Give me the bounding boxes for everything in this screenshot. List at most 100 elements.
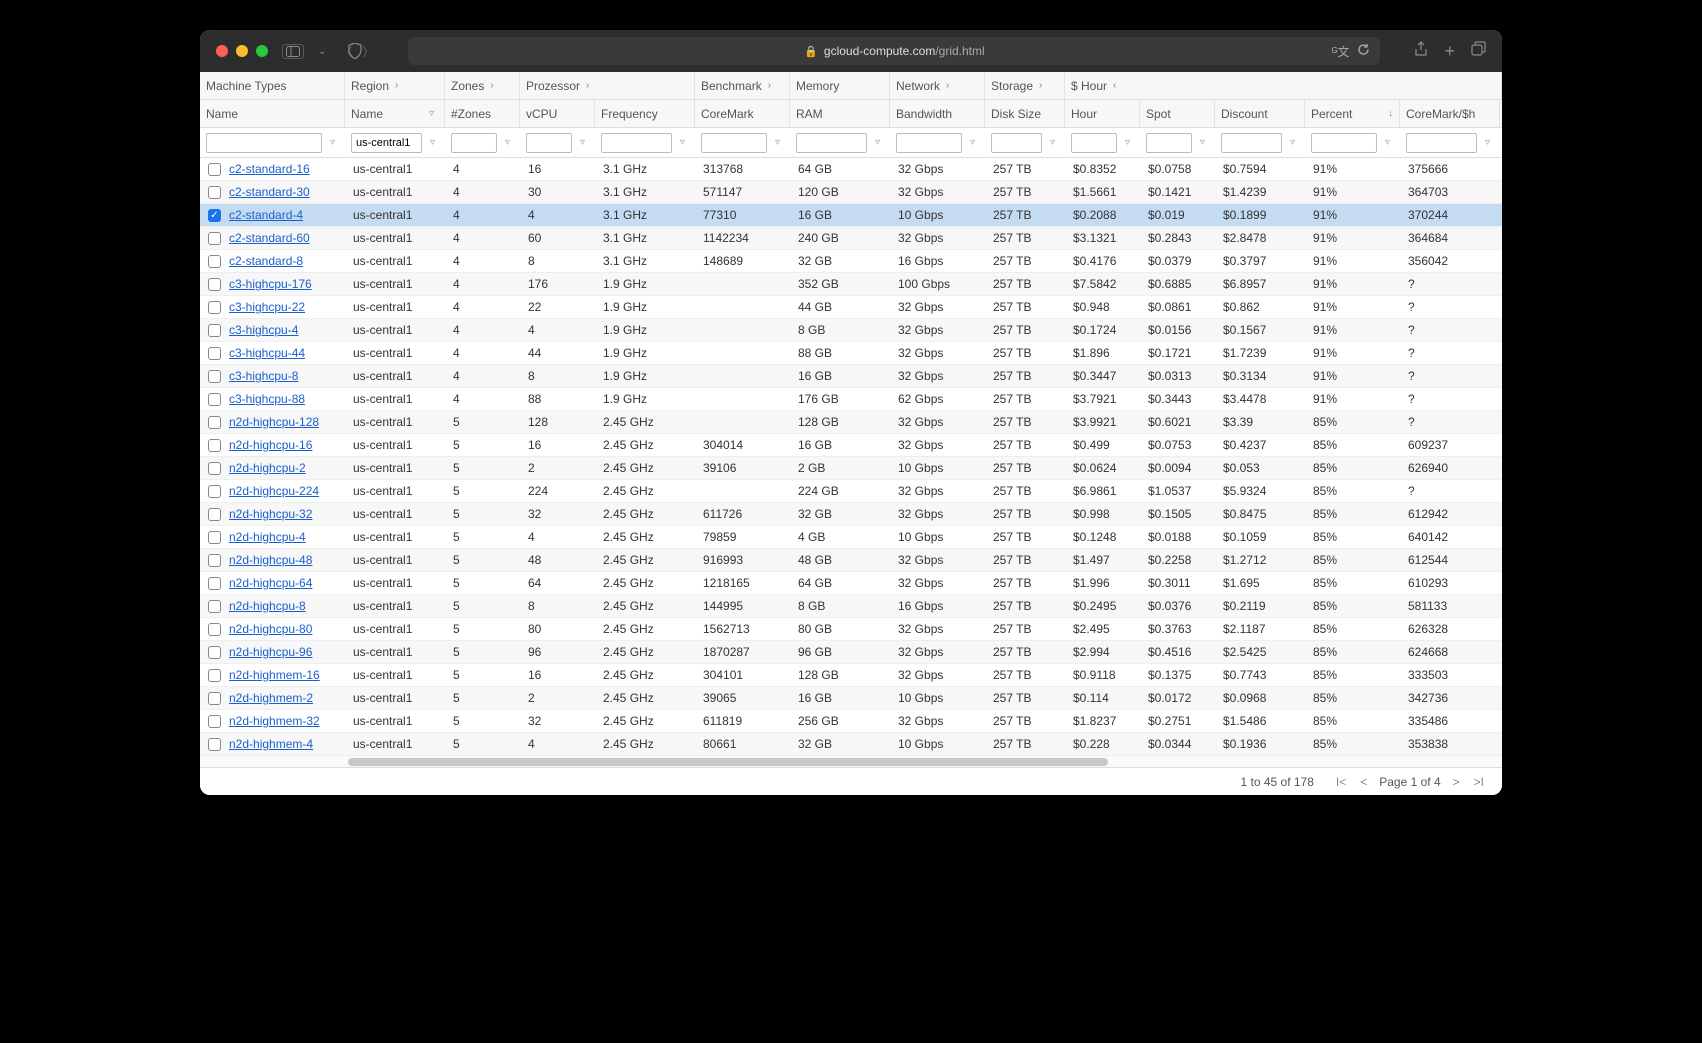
table-row[interactable]: n2d-highcpu-224us-central152242.45 GHz22…: [200, 480, 1502, 503]
filter-bw-input[interactable]: [896, 133, 962, 153]
col-vcpu[interactable]: vCPU: [520, 100, 595, 127]
col-bandwidth[interactable]: Bandwidth: [890, 100, 985, 127]
col-coremark-per-hour[interactable]: CoreMark/$h: [1400, 100, 1500, 127]
address-bar[interactable]: 🔒 gcloud-compute.com/grid.html ᴳ文: [408, 37, 1380, 65]
row-checkbox[interactable]: [208, 715, 221, 728]
row-checkbox[interactable]: [208, 393, 221, 406]
funnel-icon[interactable]: ▿: [871, 137, 884, 148]
funnel-icon[interactable]: ▿: [426, 137, 439, 148]
filter-ram-input[interactable]: [796, 133, 867, 153]
machine-type-link[interactable]: c2-standard-30: [229, 185, 310, 199]
col-region-name[interactable]: Name▿: [345, 100, 445, 127]
table-row[interactable]: n2d-highmem-2us-central1522.45 GHz390651…: [200, 687, 1502, 710]
table-row[interactable]: c3-highcpu-8us-central1481.9 GHz16 GB32 …: [200, 365, 1502, 388]
machine-type-link[interactable]: c3-highcpu-8: [229, 369, 298, 383]
group-hour[interactable]: $ Hour‹: [1065, 72, 1502, 99]
table-row[interactable]: c3-highcpu-176us-central141761.9 GHz352 …: [200, 273, 1502, 296]
table-row[interactable]: c2-standard-30us-central14303.1 GHz57114…: [200, 181, 1502, 204]
table-row[interactable]: c3-highcpu-44us-central14441.9 GHz88 GB3…: [200, 342, 1502, 365]
table-row[interactable]: c2-standard-16us-central14163.1 GHz31376…: [200, 158, 1502, 181]
col-name[interactable]: Name: [200, 100, 345, 127]
machine-type-link[interactable]: c2-standard-60: [229, 231, 310, 245]
table-row[interactable]: n2d-highcpu-16us-central15162.45 GHz3040…: [200, 434, 1502, 457]
machine-type-link[interactable]: c2-standard-16: [229, 162, 310, 176]
table-row[interactable]: n2d-highmem-32us-central15322.45 GHz6118…: [200, 710, 1502, 733]
group-network[interactable]: Network›: [890, 72, 985, 99]
row-checkbox[interactable]: [208, 186, 221, 199]
row-checkbox[interactable]: [208, 577, 221, 590]
machine-type-link[interactable]: n2d-highmem-4: [229, 737, 313, 751]
group-memory[interactable]: Memory: [790, 72, 890, 99]
sidebar-toggle-button[interactable]: [282, 44, 304, 59]
funnel-icon[interactable]: ▿: [676, 137, 689, 148]
machine-type-link[interactable]: n2d-highcpu-224: [229, 484, 319, 498]
machine-type-link[interactable]: c2-standard-8: [229, 254, 303, 268]
machine-type-link[interactable]: c3-highcpu-88: [229, 392, 305, 406]
machine-type-link[interactable]: c3-highcpu-4: [229, 323, 298, 337]
filter-cmh-input[interactable]: [1406, 133, 1477, 153]
machine-type-link[interactable]: n2d-highmem-16: [229, 668, 320, 682]
row-checkbox[interactable]: [208, 485, 221, 498]
row-checkbox[interactable]: [208, 232, 221, 245]
funnel-icon[interactable]: ▿: [326, 137, 339, 148]
row-checkbox[interactable]: [208, 623, 221, 636]
row-checkbox[interactable]: [208, 278, 221, 291]
col-percent[interactable]: Percent↓: [1305, 100, 1400, 127]
machine-type-link[interactable]: n2d-highcpu-32: [229, 507, 312, 521]
row-checkbox[interactable]: [208, 439, 221, 452]
row-checkbox[interactable]: [208, 370, 221, 383]
row-checkbox[interactable]: [208, 669, 221, 682]
machine-type-link[interactable]: c3-highcpu-22: [229, 300, 305, 314]
machine-type-link[interactable]: n2d-highcpu-64: [229, 576, 312, 590]
funnel-icon[interactable]: ▿: [1121, 137, 1134, 148]
maximize-window-button[interactable]: [256, 45, 268, 57]
table-row[interactable]: n2d-highcpu-32us-central15322.45 GHz6117…: [200, 503, 1502, 526]
machine-type-link[interactable]: n2d-highcpu-16: [229, 438, 312, 452]
row-checkbox[interactable]: [208, 347, 221, 360]
prev-page-button[interactable]: <: [1358, 775, 1369, 789]
last-page-button[interactable]: >I: [1472, 775, 1486, 789]
group-benchmark[interactable]: Benchmark›: [695, 72, 790, 99]
col-frequency[interactable]: Frequency: [595, 100, 695, 127]
funnel-icon[interactable]: ▿: [966, 137, 979, 148]
row-checkbox[interactable]: [208, 554, 221, 567]
group-storage[interactable]: Storage›: [985, 72, 1065, 99]
tabs-button[interactable]: [1471, 41, 1486, 62]
machine-type-link[interactable]: n2d-highcpu-80: [229, 622, 312, 636]
filter-spot-input[interactable]: [1146, 133, 1192, 153]
translate-icon[interactable]: ᴳ文: [1332, 43, 1350, 60]
group-region[interactable]: Region›: [345, 72, 445, 99]
filter-zones-input[interactable]: [451, 133, 497, 153]
row-checkbox[interactable]: [208, 416, 221, 429]
row-checkbox[interactable]: [208, 163, 221, 176]
table-row[interactable]: n2d-highcpu-2us-central1522.45 GHz391062…: [200, 457, 1502, 480]
new-tab-button[interactable]: +: [1444, 41, 1455, 62]
filter-vcpu-input[interactable]: [526, 133, 572, 153]
reload-button[interactable]: [1357, 43, 1370, 60]
machine-type-link[interactable]: n2d-highcpu-128: [229, 415, 319, 429]
filter-name-input[interactable]: [206, 133, 322, 153]
next-page-button[interactable]: >: [1451, 775, 1462, 789]
table-row[interactable]: n2d-highcpu-64us-central15642.45 GHz1218…: [200, 572, 1502, 595]
row-checkbox[interactable]: [208, 508, 221, 521]
row-checkbox[interactable]: [208, 301, 221, 314]
filter-pct-input[interactable]: [1311, 133, 1377, 153]
group-machine-types[interactable]: Machine Types: [200, 72, 345, 99]
col-coremark[interactable]: CoreMark: [695, 100, 790, 127]
filter-disc-input[interactable]: [1221, 133, 1282, 153]
chevron-down-icon[interactable]: ⌄: [318, 46, 326, 57]
table-row[interactable]: n2d-highmem-16us-central15162.45 GHz3041…: [200, 664, 1502, 687]
row-checkbox[interactable]: [208, 738, 221, 751]
horizontal-scrollbar[interactable]: [200, 755, 1502, 767]
table-row[interactable]: c2-standard-8us-central1483.1 GHz1486893…: [200, 250, 1502, 273]
share-button[interactable]: [1414, 41, 1428, 62]
table-row[interactable]: n2d-highcpu-8us-central1582.45 GHz144995…: [200, 595, 1502, 618]
filter-coremark-input[interactable]: [701, 133, 767, 153]
table-row[interactable]: c3-highcpu-88us-central14881.9 GHz176 GB…: [200, 388, 1502, 411]
table-row[interactable]: n2d-highcpu-96us-central15962.45 GHz1870…: [200, 641, 1502, 664]
col-spot[interactable]: Spot: [1140, 100, 1215, 127]
row-checkbox[interactable]: [208, 462, 221, 475]
machine-type-link[interactable]: c3-highcpu-44: [229, 346, 305, 360]
funnel-icon[interactable]: ▿: [1381, 137, 1394, 148]
funnel-icon[interactable]: ▿: [501, 137, 514, 148]
